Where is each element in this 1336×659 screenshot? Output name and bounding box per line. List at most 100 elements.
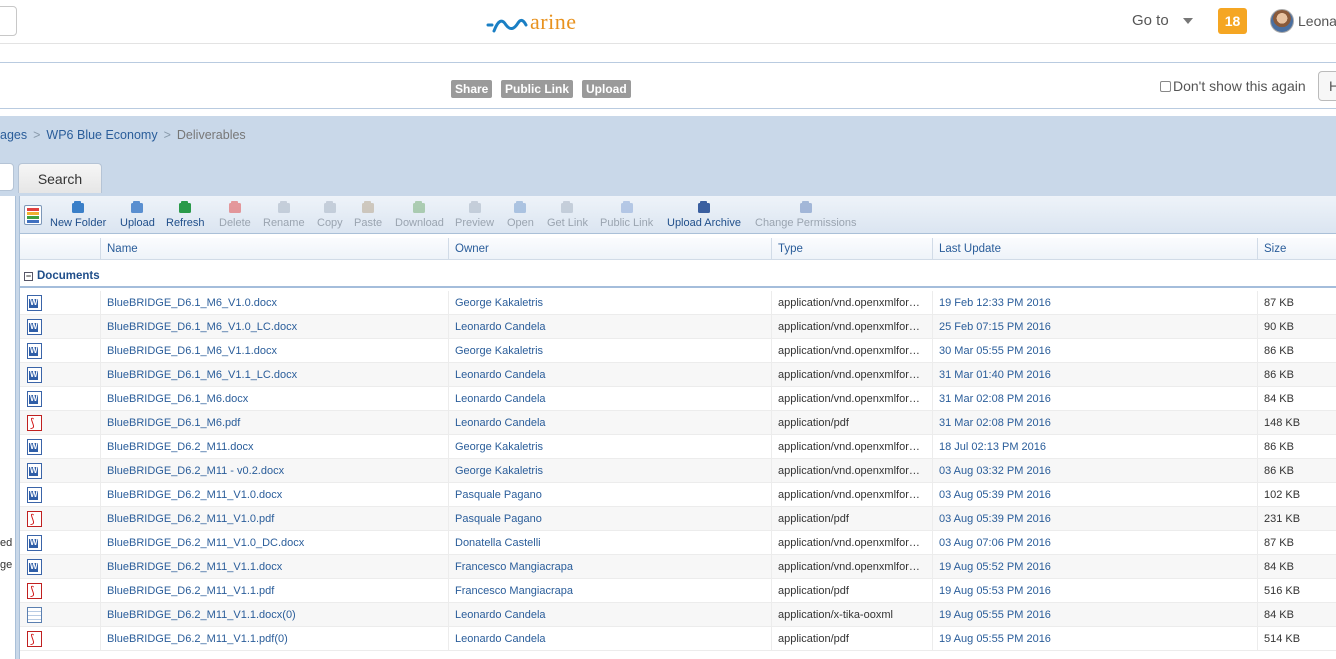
file-name[interactable]: BlueBRIDGE_D6.2_M11_V1.0_DC.docx xyxy=(100,531,448,555)
file-owner[interactable]: Leonardo Candela xyxy=(448,411,771,435)
file-name[interactable]: BlueBRIDGE_D6.2_M11_V1.0.docx xyxy=(100,483,448,507)
notification-badge[interactable]: 18 xyxy=(1218,8,1247,34)
site-logo[interactable]: arine xyxy=(486,8,576,36)
table-row[interactable]: BlueBRIDGE_D6.2_M11_V1.1.docxFrancesco M… xyxy=(20,555,1336,579)
file-last-update[interactable]: 19 Aug 05:55 PM 2016 xyxy=(932,627,1257,651)
public-link-button[interactable]: Public Link xyxy=(600,199,653,229)
file-last-update[interactable]: 03 Aug 03:32 PM 2016 xyxy=(932,459,1257,483)
file-name[interactable]: BlueBRIDGE_D6.2_M11_V1.1.docx xyxy=(100,555,448,579)
new-folder-button[interactable]: New Folder xyxy=(50,199,106,229)
get-link-button[interactable]: Get Link xyxy=(547,199,588,229)
file-last-update[interactable]: 03 Aug 05:39 PM 2016 xyxy=(932,483,1257,507)
table-row[interactable]: BlueBRIDGE_D6.2_M11_V1.1.pdfFrancesco Ma… xyxy=(20,579,1336,603)
file-last-update[interactable]: 19 Aug 05:52 PM 2016 xyxy=(932,555,1257,579)
file-owner[interactable]: Leonardo Candela xyxy=(448,363,771,387)
file-owner[interactable]: George Kakaletris xyxy=(448,459,771,483)
table-row[interactable]: BlueBRIDGE_D6.1_M6_V1.1_LC.docxLeonardo … xyxy=(20,363,1336,387)
file-owner[interactable]: Pasquale Pagano xyxy=(448,507,771,531)
column-header-icon[interactable] xyxy=(20,238,100,260)
table-row[interactable]: BlueBRIDGE_D6.1_M6_V1.1.docxGeorge Kakal… xyxy=(20,339,1336,363)
table-row[interactable]: BlueBRIDGE_D6.2_M11.docxGeorge Kakaletri… xyxy=(20,435,1336,459)
file-last-update[interactable]: 30 Mar 05:55 PM 2016 xyxy=(932,339,1257,363)
table-row[interactable]: BlueBRIDGE_D6.2_M11_V1.0_DC.docxDonatell… xyxy=(20,531,1336,555)
file-name[interactable]: BlueBRIDGE_D6.1_M6_V1.1.docx xyxy=(100,339,448,363)
download-button[interactable]: Download xyxy=(395,199,444,229)
upload-button[interactable]: Upload xyxy=(120,199,155,229)
change-permissions-button[interactable]: Change Permissions xyxy=(755,199,857,229)
open-button[interactable]: Open xyxy=(507,199,534,229)
file-name[interactable]: BlueBRIDGE_D6.1_M6_V1.0_LC.docx xyxy=(100,315,448,339)
file-last-update[interactable]: 03 Aug 05:39 PM 2016 xyxy=(932,507,1257,531)
table-row[interactable]: BlueBRIDGE_D6.2_M11_V1.1.pdf(0)Leonardo … xyxy=(20,627,1336,651)
upload-archive-button[interactable]: Upload Archive xyxy=(667,199,741,229)
file-last-update[interactable]: 19 Feb 12:33 PM 2016 xyxy=(932,291,1257,315)
view-menu-icon[interactable] xyxy=(24,205,42,225)
table-row[interactable]: BlueBRIDGE_D6.1_M6_V1.0_LC.docxLeonardo … xyxy=(20,315,1336,339)
file-name[interactable]: BlueBRIDGE_D6.2_M11_V1.1.docx(0) xyxy=(100,603,448,627)
file-owner[interactable]: George Kakaletris xyxy=(448,339,771,363)
folder-tree-panel: ed ge xyxy=(0,196,16,659)
file-last-update[interactable]: 31 Mar 02:08 PM 2016 xyxy=(932,387,1257,411)
group-header-documents[interactable]: − Documents xyxy=(20,266,1336,288)
file-owner[interactable]: Francesco Mangiacrapa xyxy=(448,579,771,603)
checkbox-icon[interactable] xyxy=(1160,80,1171,92)
column-header-type[interactable]: Type xyxy=(771,238,932,260)
file-last-update[interactable]: 31 Mar 02:08 PM 2016 xyxy=(932,411,1257,435)
paste-button[interactable]: Paste xyxy=(354,199,382,229)
breadcrumb-item[interactable]: ages xyxy=(0,128,27,142)
table-row[interactable]: BlueBRIDGE_D6.2_M11_V1.0.docxPasquale Pa… xyxy=(20,483,1336,507)
file-name[interactable]: BlueBRIDGE_D6.1_M6_V1.0.docx xyxy=(100,291,448,315)
breadcrumb-item[interactable]: WP6 Blue Economy xyxy=(46,128,157,142)
collapse-icon[interactable]: − xyxy=(24,271,33,281)
file-name[interactable]: BlueBRIDGE_D6.1_M6_V1.1_LC.docx xyxy=(100,363,448,387)
rename-button[interactable]: Rename xyxy=(263,199,305,229)
file-owner[interactable]: Leonardo Candela xyxy=(448,603,771,627)
file-owner[interactable]: Pasquale Pagano xyxy=(448,483,771,507)
file-name[interactable]: BlueBRIDGE_D6.2_M11_V1.1.pdf xyxy=(100,579,448,603)
table-row[interactable]: BlueBRIDGE_D6.1_M6.docxLeonardo Candelaa… xyxy=(20,387,1336,411)
copy-button[interactable]: Copy xyxy=(317,199,343,229)
file-last-update[interactable]: 19 Aug 05:55 PM 2016 xyxy=(932,603,1257,627)
search-button[interactable]: Search xyxy=(18,163,102,193)
tree-label[interactable]: ed xyxy=(0,532,12,554)
file-last-update[interactable]: 31 Mar 01:40 PM 2016 xyxy=(932,363,1257,387)
file-name[interactable]: BlueBRIDGE_D6.1_M6.docx xyxy=(100,387,448,411)
file-owner[interactable]: George Kakaletris xyxy=(448,435,771,459)
file-name[interactable]: BlueBRIDGE_D6.2_M11 - v0.2.docx xyxy=(100,459,448,483)
table-row[interactable]: BlueBRIDGE_D6.2_M11_V1.0.pdfPasquale Pag… xyxy=(20,507,1336,531)
workspace-search-input[interactable] xyxy=(0,163,14,191)
file-name[interactable]: BlueBRIDGE_D6.2_M11_V1.0.pdf xyxy=(100,507,448,531)
table-row[interactable]: BlueBRIDGE_D6.2_M11 - v0.2.docxGeorge Ka… xyxy=(20,459,1336,483)
file-owner[interactable]: Donatella Castelli xyxy=(448,531,771,555)
column-header-owner[interactable]: Owner xyxy=(448,238,771,260)
file-last-update[interactable]: 19 Aug 05:53 PM 2016 xyxy=(932,579,1257,603)
file-icon-cell xyxy=(20,483,100,507)
file-owner[interactable]: George Kakaletris xyxy=(448,291,771,315)
table-row[interactable]: BlueBRIDGE_D6.2_M11_V1.1.docx(0) Leonardo… xyxy=(20,603,1336,627)
file-name[interactable]: BlueBRIDGE_D6.2_M11.docx xyxy=(100,435,448,459)
refresh-button[interactable]: Refresh xyxy=(166,199,205,229)
file-name[interactable]: BlueBRIDGE_D6.2_M11_V1.1.pdf(0) xyxy=(100,627,448,651)
delete-button[interactable]: Delete xyxy=(219,199,251,229)
goto-menu[interactable]: Go to xyxy=(1132,12,1193,29)
file-owner[interactable]: Leonardo Candela xyxy=(448,315,771,339)
file-owner[interactable]: Leonardo Candela xyxy=(448,387,771,411)
file-last-update[interactable]: 18 Jul 02:13 PM 2016 xyxy=(932,435,1257,459)
file-last-update[interactable]: 25 Feb 07:15 PM 2016 xyxy=(932,315,1257,339)
preview-button[interactable]: Preview xyxy=(455,199,494,229)
file-owner[interactable]: Leonardo Candela xyxy=(448,627,771,651)
table-row[interactable]: BlueBRIDGE_D6.1_M6_V1.0.docxGeorge Kakal… xyxy=(20,291,1336,315)
file-icon-cell xyxy=(20,435,100,459)
user-menu[interactable]: Leonar xyxy=(1270,9,1336,33)
table-row[interactable]: BlueBRIDGE_D6.1_M6.pdfLeonardo Candelaap… xyxy=(20,411,1336,435)
dont-show-again-checkbox[interactable]: Don't show this again xyxy=(1160,78,1306,94)
file-last-update[interactable]: 03 Aug 07:06 PM 2016 xyxy=(932,531,1257,555)
column-header-size[interactable]: Size xyxy=(1257,238,1336,260)
tree-label[interactable]: ge xyxy=(0,554,12,576)
file-name[interactable]: BlueBRIDGE_D6.1_M6.pdf xyxy=(100,411,448,435)
global-search-input[interactable] xyxy=(0,6,17,36)
column-header-name[interactable]: Name xyxy=(100,238,448,260)
column-header-last-update[interactable]: Last Update xyxy=(932,238,1257,260)
hide-banner-button[interactable]: H xyxy=(1318,71,1336,101)
file-owner[interactable]: Francesco Mangiacrapa xyxy=(448,555,771,579)
